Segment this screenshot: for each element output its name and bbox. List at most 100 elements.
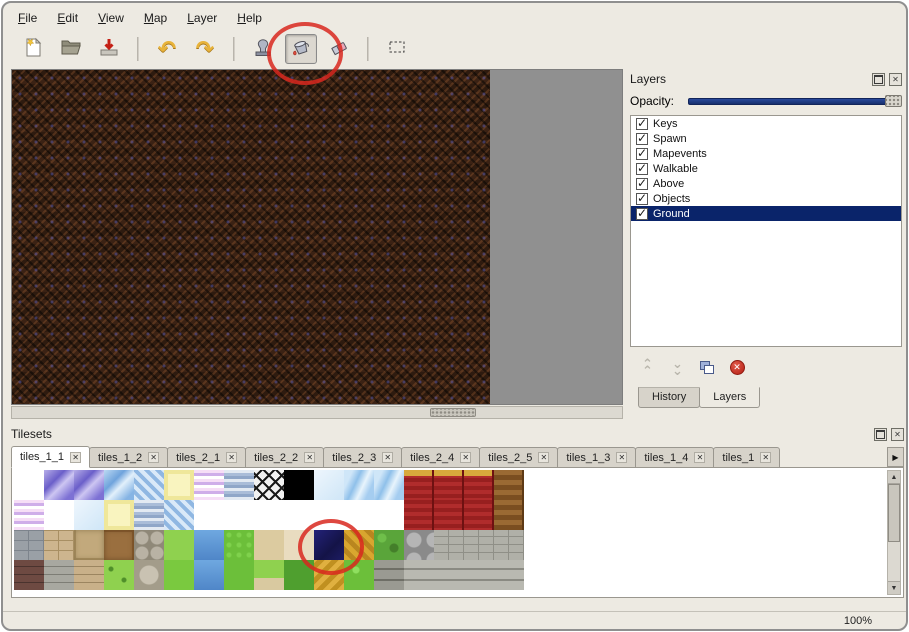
tile-wood[interactable]: [494, 500, 524, 530]
opacity-slider-handle[interactable]: [885, 95, 902, 107]
close-tab-icon[interactable]: [694, 452, 705, 463]
tile-cracked[interactable]: [74, 530, 104, 560]
close-panel-icon[interactable]: [891, 428, 904, 441]
tile-waterl[interactable]: [344, 470, 374, 500]
tile-lattice[interactable]: [254, 470, 284, 500]
tile-wood[interactable]: [494, 470, 524, 500]
eraser-tool-button[interactable]: [323, 34, 355, 64]
tile-brickg[interactable]: [434, 530, 464, 560]
layer-row[interactable]: Mapevents: [631, 146, 901, 161]
opacity-slider[interactable]: [688, 95, 902, 107]
tile-grassedge[interactable]: [254, 560, 284, 590]
redo-button[interactable]: ↷: [189, 34, 221, 64]
tile-sandlight[interactable]: [284, 530, 314, 560]
tileset-vertical-scrollbar[interactable]: ▲ ▼: [887, 470, 901, 595]
tile-carpettop[interactable]: [434, 470, 464, 500]
tile-carpet[interactable]: [434, 500, 464, 530]
panel-tab[interactable]: Layers: [699, 387, 760, 408]
scroll-up-arrow[interactable]: ▲: [888, 471, 900, 484]
tile-pinkstripe[interactable]: [14, 500, 44, 530]
close-tab-icon[interactable]: [148, 452, 159, 463]
tile-empty[interactable]: [314, 500, 344, 530]
tile-empty[interactable]: [374, 500, 404, 530]
tile-empty[interactable]: [284, 500, 314, 530]
tile-brickg2[interactable]: [494, 560, 524, 590]
close-tab-icon[interactable]: [538, 452, 549, 463]
layer-row[interactable]: Ground: [631, 206, 901, 221]
tile-pinkstripe[interactable]: [194, 470, 224, 500]
close-panel-icon[interactable]: [889, 73, 902, 86]
menu-item[interactable]: Layer: [178, 8, 226, 28]
scrollbar-thumb[interactable]: [888, 484, 900, 542]
tile-paleblue2[interactable]: [74, 500, 104, 530]
close-tab-icon[interactable]: [226, 452, 237, 463]
raise-layer-button[interactable]: ⌃⌃: [638, 359, 656, 375]
tile-bricktan[interactable]: [74, 560, 104, 590]
undo-button[interactable]: ↶: [151, 34, 183, 64]
tab-scroll-right-button[interactable]: [887, 447, 904, 467]
menu-item[interactable]: Map: [135, 8, 176, 28]
layer-row[interactable]: Keys: [631, 116, 901, 131]
tile-empty[interactable]: [14, 470, 44, 500]
close-tab-icon[interactable]: [760, 452, 771, 463]
close-tab-icon[interactable]: [304, 452, 315, 463]
duplicate-layer-button[interactable]: [698, 359, 716, 375]
tile-brickg[interactable]: [464, 530, 494, 560]
tile-carpettop[interactable]: [404, 470, 434, 500]
tile-navy[interactable]: [314, 530, 344, 560]
menu-item[interactable]: File: [9, 8, 46, 28]
tile-dirt[interactable]: [104, 530, 134, 560]
scroll-down-arrow[interactable]: ▼: [888, 581, 900, 594]
close-tab-icon[interactable]: [70, 452, 81, 463]
tile-brickgray2[interactable]: [44, 560, 74, 590]
tile-grassb2[interactable]: [164, 560, 194, 590]
tileset-tab[interactable]: tiles_2_5: [479, 447, 558, 468]
scrollbar-thumb[interactable]: [430, 408, 476, 417]
layer-visibility-checkbox[interactable]: [636, 208, 648, 220]
tile-brickg2[interactable]: [464, 560, 494, 590]
tile-empty[interactable]: [194, 500, 224, 530]
close-tab-icon[interactable]: [616, 452, 627, 463]
tileset-tab[interactable]: tiles_1_4: [635, 447, 714, 468]
open-map-button[interactable]: [55, 34, 87, 64]
opacity-slider-track[interactable]: [688, 98, 902, 105]
tile-paleblue2[interactable]: [314, 470, 344, 500]
tile-stonegray[interactable]: [14, 530, 44, 560]
tile-wicker2[interactable]: [314, 560, 344, 590]
tile-empty[interactable]: [44, 500, 74, 530]
close-tab-icon[interactable]: [382, 452, 393, 463]
tile-grassdark[interactable]: [284, 560, 314, 590]
tile-empty[interactable]: [254, 500, 284, 530]
tileset-tab[interactable]: tiles_2_3: [323, 447, 402, 468]
tile-grass3[interactable]: [344, 560, 374, 590]
menu-item[interactable]: View: [89, 8, 133, 28]
tile-carpet[interactable]: [464, 500, 494, 530]
tile-grassb[interactable]: [164, 530, 194, 560]
tile-empty[interactable]: [224, 500, 254, 530]
tile-waterp[interactable]: [44, 470, 74, 500]
layer-row[interactable]: Walkable: [631, 161, 901, 176]
tile-brickg2[interactable]: [404, 560, 434, 590]
tile-brickg2[interactable]: [434, 560, 464, 590]
menu-item[interactable]: Edit: [48, 8, 87, 28]
tile-yellowpane[interactable]: [104, 500, 134, 530]
tile-waterb[interactable]: [104, 470, 134, 500]
tile-brickg[interactable]: [494, 530, 524, 560]
layer-row[interactable]: Above: [631, 176, 901, 191]
layer-visibility-checkbox[interactable]: [636, 118, 648, 130]
tile-waterl[interactable]: [374, 470, 404, 500]
tileset-tab[interactable]: tiles_2_2: [245, 447, 324, 468]
float-panel-icon[interactable]: [872, 73, 885, 86]
tile-stonecircle[interactable]: [134, 560, 164, 590]
close-tab-icon[interactable]: [460, 452, 471, 463]
tile-sand[interactable]: [254, 530, 284, 560]
tileset-tab[interactable]: tiles_2_1: [167, 447, 246, 468]
layer-row[interactable]: Spawn: [631, 131, 901, 146]
new-map-button[interactable]: [17, 34, 49, 64]
menu-item[interactable]: Help: [228, 8, 271, 28]
stamp-tool-button[interactable]: [247, 34, 279, 64]
map-horizontal-scrollbar[interactable]: [11, 406, 623, 419]
tile-grass2[interactable]: [224, 560, 254, 590]
tile-wicker[interactable]: [344, 530, 374, 560]
fill-tool-button[interactable]: [285, 34, 317, 64]
